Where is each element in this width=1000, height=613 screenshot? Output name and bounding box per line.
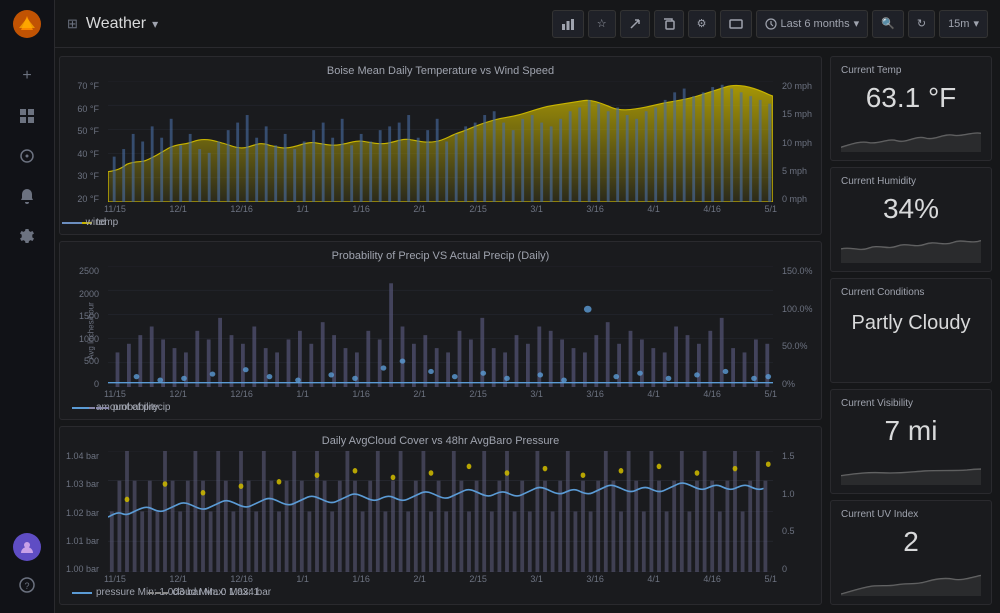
- precip-x-axis: 11/1512/112/161/11/162/12/153/13/164/14/…: [104, 389, 777, 399]
- precip-chart: Probability of Precip VS Actual Precip (…: [59, 241, 822, 420]
- help-icon[interactable]: ?: [9, 567, 45, 603]
- zoom-in-button[interactable]: 🔍: [872, 10, 904, 38]
- cloud-legend-label: cloud Min: 0 Max: 1: [172, 587, 259, 598]
- sidebar: + ?: [0, 0, 55, 613]
- wind-legend-label: wind: [86, 217, 107, 228]
- charts-area: Boise Mean Daily Temperature vs Wind Spe…: [55, 48, 830, 613]
- time-range-selector[interactable]: Last 6 months ▾: [756, 10, 869, 38]
- interval-arrow: ▾: [973, 17, 979, 30]
- temp-wind-title: Boise Mean Daily Temperature vs Wind Spe…: [68, 65, 813, 77]
- pressure-y-axis: 1.04 bar1.03 bar1.02 bar1.01 bar1.00 bar: [64, 451, 99, 574]
- display-button[interactable]: [720, 10, 752, 38]
- precip-legend: amount of precip probability: [72, 402, 171, 413]
- compass-icon[interactable]: [9, 138, 45, 174]
- app-logo[interactable]: [11, 8, 43, 40]
- temp-mini-chart: [841, 124, 981, 152]
- current-conditions-value: Partly Cloudy: [841, 304, 981, 335]
- app-name-label: Weather: [86, 15, 146, 33]
- grid-menu-icon: ⊞: [67, 16, 78, 32]
- current-temp-card: Current Temp 63.1 °F: [830, 56, 992, 161]
- temp-wind-chart: Boise Mean Daily Temperature vs Wind Spe…: [59, 56, 822, 235]
- chart-type-button[interactable]: [552, 10, 584, 38]
- current-humidity-label: Current Humidity: [841, 176, 981, 187]
- probability-legend-item: probability: [89, 402, 159, 413]
- probability-legend-line: [89, 407, 109, 409]
- precip-y-axis-left: 25002000150010005000: [64, 266, 99, 389]
- interval-selector[interactable]: 15m ▾: [939, 10, 988, 38]
- temp-wind-svg: [108, 81, 773, 202]
- current-visibility-label: Current Visibility: [841, 398, 981, 409]
- topbar: ⊞ Weather ▾ ☆ ⚙ Last 6 months ▾: [55, 0, 1000, 48]
- share-button[interactable]: [620, 10, 650, 38]
- pressure-legend-line: [72, 592, 92, 594]
- current-uv-card: Current UV Index 2: [830, 500, 992, 605]
- topbar-actions: ☆ ⚙ Last 6 months ▾ 🔍 ↻ 15m ▾: [552, 10, 988, 38]
- content-area: Boise Mean Daily Temperature vs Wind Spe…: [55, 48, 1000, 613]
- add-icon[interactable]: +: [9, 58, 45, 94]
- time-range-label: Last 6 months: [781, 18, 850, 30]
- current-visibility-card: Current Visibility 7 mi: [830, 389, 992, 494]
- current-temp-label: Current Temp: [841, 65, 981, 76]
- gear-icon[interactable]: [9, 218, 45, 254]
- cloud-y-axis: 1.51.00.50: [782, 451, 817, 574]
- precip-svg: [108, 266, 773, 387]
- precip-title: Probability of Precip VS Actual Precip (…: [68, 250, 813, 262]
- temp-wind-legend: temp wind: [72, 217, 118, 228]
- humidity-mini-chart: [841, 235, 981, 263]
- main-area: ⊞ Weather ▾ ☆ ⚙ Last 6 months ▾: [55, 0, 1000, 613]
- user-avatar[interactable]: [13, 533, 41, 561]
- cloud-pressure-chart: Daily AvgCloud Cover vs 48hr AvgBaro Pre…: [59, 426, 822, 605]
- interval-label: 15m: [948, 18, 969, 30]
- svg-text:?: ?: [25, 581, 30, 591]
- wind-legend-item: wind: [62, 217, 107, 228]
- cloud-pressure-legend: pressure Min: 1.003 bar Max: 1.034 bar c…: [72, 587, 271, 598]
- current-temp-value: 63.1 °F: [841, 82, 981, 114]
- star-button[interactable]: ☆: [588, 10, 616, 38]
- temp-y-axis: 70 °F60 °F50 °F40 °F30 °F20 °F: [64, 81, 99, 204]
- probability-legend-label: probability: [113, 402, 159, 413]
- settings-button[interactable]: ⚙: [688, 10, 716, 38]
- temp-x-axis: 11/1512/112/161/11/162/12/153/13/164/14/…: [104, 204, 777, 214]
- current-humidity-value: 34%: [841, 193, 981, 225]
- bell-icon[interactable]: [9, 178, 45, 214]
- title-dropdown-arrow[interactable]: ▾: [152, 17, 158, 31]
- current-conditions-card: Current Conditions Partly Cloudy: [830, 278, 992, 383]
- cloud-pressure-svg: [108, 451, 773, 572]
- right-panel: Current Temp 63.1 °F Current Humidity 34…: [830, 48, 1000, 613]
- wind-y-axis: 20 mph15 mph10 mph5 mph0 mph: [782, 81, 817, 204]
- current-conditions-label: Current Conditions: [841, 287, 981, 298]
- refresh-button[interactable]: ↻: [908, 10, 935, 38]
- time-range-arrow: ▾: [854, 17, 860, 30]
- cloud-legend-line: [148, 592, 168, 594]
- current-uv-label: Current UV Index: [841, 509, 981, 520]
- cloud-pressure-title: Daily AvgCloud Cover vs 48hr AvgBaro Pre…: [68, 435, 813, 447]
- cloud-x-axis: 11/1512/112/161/11/162/12/153/13/164/14/…: [104, 574, 777, 584]
- page-title: Weather ▾: [86, 15, 158, 33]
- visibility-mini-chart: [841, 457, 981, 485]
- cloud-legend-item: cloud Min: 0 Max: 1: [148, 587, 259, 598]
- current-humidity-card: Current Humidity 34%: [830, 167, 992, 272]
- uv-mini-chart: [841, 568, 981, 596]
- dashboard-icon[interactable]: [9, 98, 45, 134]
- copy-button[interactable]: [654, 10, 684, 38]
- precip-y-axis-right: 150.0%100.0%50.0%0%: [782, 266, 817, 389]
- current-uv-value: 2: [841, 526, 981, 558]
- wind-legend-line: [62, 222, 82, 224]
- current-visibility-value: 7 mi: [841, 415, 981, 447]
